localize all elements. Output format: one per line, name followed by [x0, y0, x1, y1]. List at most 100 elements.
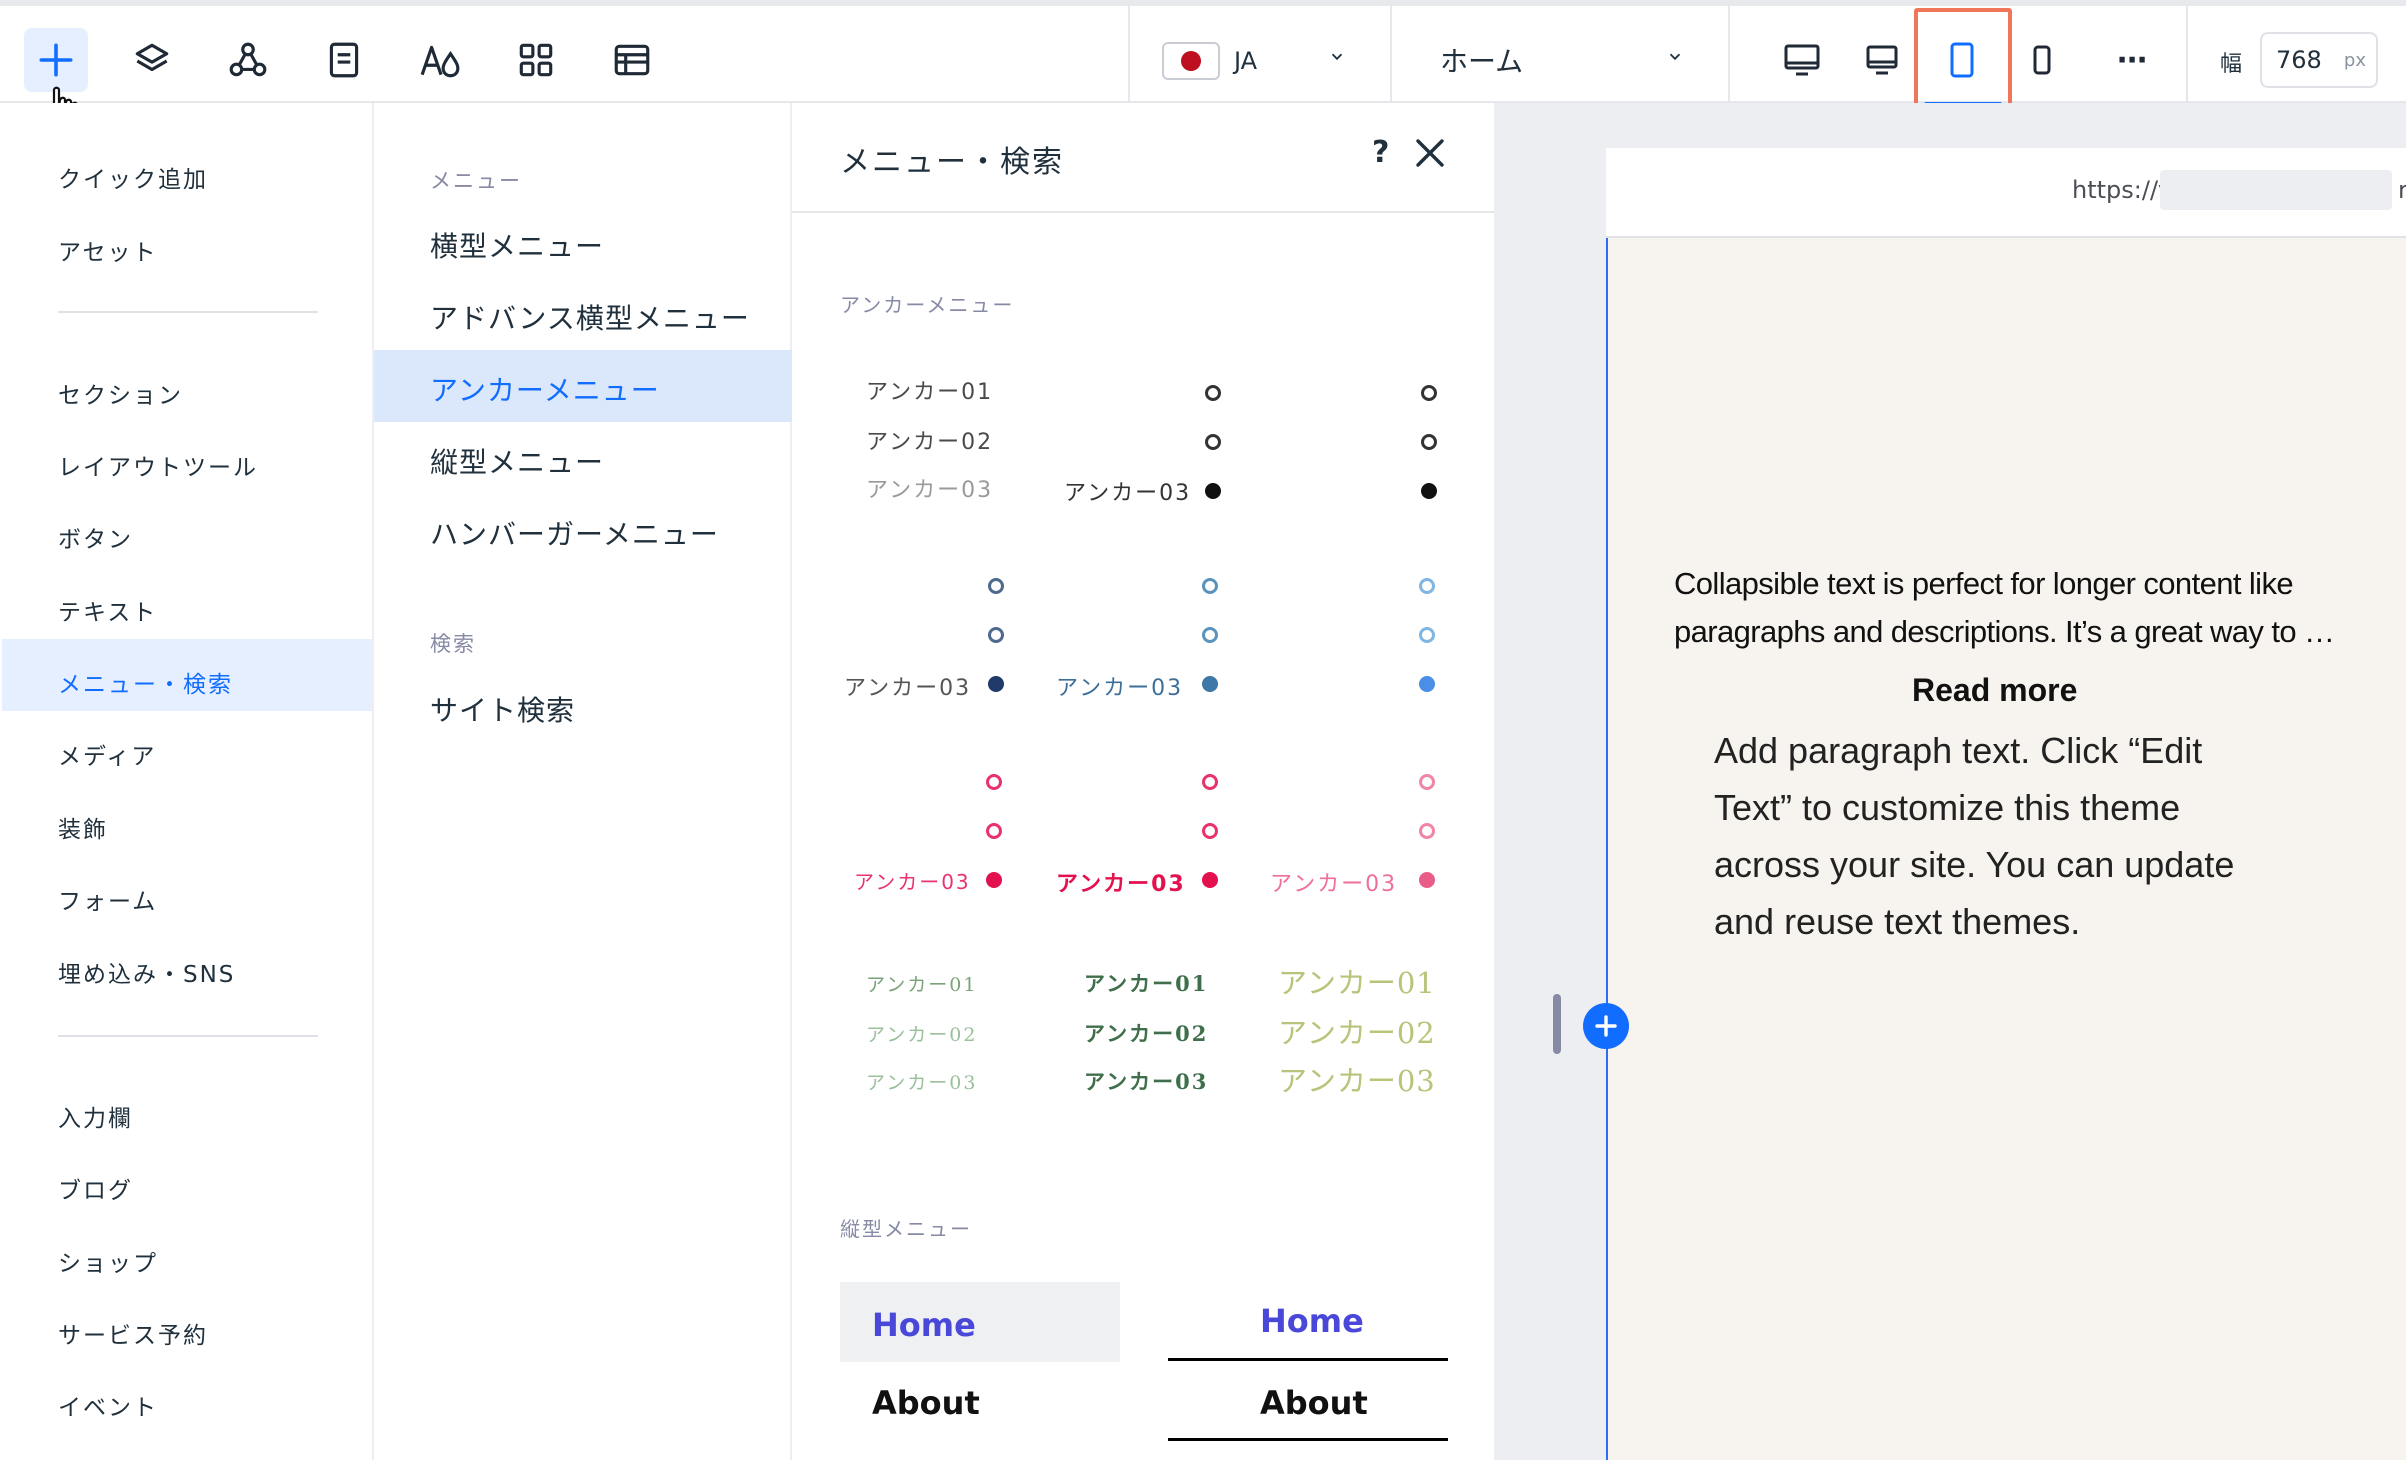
- anchor-label: アンカー03: [866, 1072, 978, 1094]
- anchor-label: アンカー03: [1270, 872, 1398, 897]
- anchor-dot: [1202, 627, 1218, 643]
- add-elements-icon[interactable]: [24, 28, 88, 92]
- anchor-dot: [1205, 434, 1221, 450]
- nav-quick-add[interactable]: クイック追加: [58, 160, 208, 194]
- nav-store[interactable]: ショップ: [58, 1244, 158, 1278]
- top-toolbar: JA ホーム ⋯ 幅 768 px: [0, 0, 2406, 132]
- nav-form[interactable]: フォーム: [58, 882, 157, 916]
- toolbar-divider: [1728, 6, 1730, 103]
- nav-input[interactable]: 入力欄: [58, 1099, 133, 1133]
- width-label: 幅: [2220, 52, 2243, 77]
- desktop-icon[interactable]: [1850, 28, 1914, 92]
- anchor-label: アンカー02: [1278, 1016, 1436, 1050]
- chevron-down-icon[interactable]: [1666, 48, 1684, 66]
- sub-hamburger-menu[interactable]: ハンバーガーメニュー: [430, 513, 719, 553]
- anchor-label: アンカー03: [1056, 676, 1184, 701]
- toolbar-divider: [1128, 6, 1130, 103]
- vertical-menu-item: Home: [1260, 1302, 1364, 1340]
- nav-media[interactable]: メディア: [58, 737, 156, 771]
- anchor-label: アンカー03: [854, 870, 971, 894]
- tablet-icon[interactable]: [1930, 28, 1994, 92]
- toolbar-divider: [1390, 6, 1392, 103]
- nav-text[interactable]: テキスト: [58, 593, 157, 627]
- anchor-label: アンカー03: [1064, 481, 1192, 506]
- nav-menu-search[interactable]: メニュー・検索: [58, 665, 233, 699]
- nav-assets[interactable]: アセット: [58, 233, 158, 267]
- read-more-link[interactable]: Read more: [1912, 672, 2077, 709]
- vertical-menu-item: Home: [872, 1306, 976, 1344]
- sub-vertical-menu[interactable]: 縦型メニュー: [430, 441, 604, 481]
- divider: [1168, 1358, 1448, 1361]
- help-icon[interactable]: ?: [1372, 135, 1389, 170]
- width-input[interactable]: 768 px: [2260, 32, 2378, 88]
- menu-search-subcategories: メニュー 横型メニュー アドバンス横型メニュー アンカーメニュー 縦型メニュー …: [374, 103, 792, 1460]
- chevron-down-icon[interactable]: [1328, 48, 1346, 66]
- layers-icon[interactable]: [120, 28, 184, 92]
- anchor-dot: [1419, 676, 1435, 692]
- anchor-label: アンカー03: [866, 478, 994, 503]
- anchor-label: アンカー01: [1278, 966, 1436, 1000]
- anchor-dot: [1205, 483, 1221, 499]
- theme-icon[interactable]: [408, 28, 472, 92]
- nav-layout-tools[interactable]: レイアウトツール: [58, 448, 258, 482]
- site-url: https://v: [2072, 176, 2173, 204]
- anchor-dot: [1419, 774, 1435, 790]
- anchor-label: アンカー02: [866, 1024, 978, 1046]
- more-options-icon[interactable]: ⋯: [2100, 28, 2164, 92]
- resize-handle[interactable]: [1553, 994, 1561, 1054]
- cms-table-icon[interactable]: [600, 28, 664, 92]
- desktop-large-icon[interactable]: [1770, 28, 1834, 92]
- divider: [1168, 1438, 1448, 1441]
- anchor-dot: [1421, 385, 1437, 401]
- sub-advanced-horizontal-menu[interactable]: アドバンス横型メニュー: [430, 297, 750, 337]
- anchor-dot: [986, 872, 1002, 888]
- anchor-dot: [1419, 578, 1435, 594]
- anchor-dot: [1202, 823, 1218, 839]
- app-market-icon[interactable]: [504, 28, 568, 92]
- anchor-dot: [1421, 483, 1437, 499]
- collapsible-text[interactable]: Collapsible text is perfect for longer c…: [1674, 560, 2354, 656]
- toolbar-divider: [2186, 6, 2188, 103]
- paragraph-text[interactable]: Add paragraph text. Click “Edit Text” to…: [1714, 722, 2274, 950]
- anchor-label: アンカー03: [844, 676, 972, 701]
- nav-embed-social[interactable]: 埋め込み・SNS: [58, 955, 235, 989]
- width-value: 768: [2276, 46, 2322, 74]
- apps-icon[interactable]: [216, 28, 280, 92]
- anchor-dot: [1202, 676, 1218, 692]
- mobile-icon[interactable]: [2010, 28, 2074, 92]
- nav-bookings[interactable]: サービス予約: [58, 1316, 208, 1350]
- nav-section[interactable]: セクション: [58, 376, 183, 410]
- sub-anchor-menu[interactable]: アンカーメニュー: [430, 369, 660, 409]
- nav-events[interactable]: イベント: [58, 1388, 158, 1422]
- sub-site-search[interactable]: サイト検索: [430, 689, 575, 729]
- anchor-dot: [1202, 872, 1218, 888]
- nav-decorative[interactable]: 装飾: [58, 810, 108, 844]
- divider: [58, 311, 318, 313]
- anchor-dot: [988, 627, 1004, 643]
- close-icon[interactable]: [1414, 137, 1446, 169]
- anchor-label: アンカー01: [1084, 971, 1209, 996]
- japan-flag-icon: [1162, 42, 1220, 80]
- page-edge-guide: [1606, 238, 1608, 1460]
- anchor-label: アンカー01: [866, 380, 994, 405]
- anchor-label: アンカー03: [1084, 1069, 1209, 1094]
- anchor-dot: [1202, 774, 1218, 790]
- page-selector[interactable]: ホーム: [1440, 40, 1523, 80]
- divider: [58, 1035, 318, 1037]
- pages-icon[interactable]: [312, 28, 376, 92]
- vertical-menu-item: About: [1260, 1384, 1368, 1422]
- nav-button[interactable]: ボタン: [58, 520, 133, 554]
- search-heading: 検索: [430, 632, 476, 656]
- language-selector[interactable]: JA: [1162, 40, 1257, 82]
- anchor-label: アンカー01: [866, 974, 978, 996]
- add-section-button[interactable]: [1583, 1003, 1629, 1049]
- nav-blog[interactable]: ブログ: [58, 1171, 133, 1205]
- language-code: JA: [1234, 47, 1258, 75]
- width-unit: px: [2343, 49, 2366, 71]
- panel-title: メニュー・検索: [840, 145, 1064, 180]
- plus-icon: [1595, 1015, 1617, 1037]
- anchor-dot: [1205, 385, 1221, 401]
- panel-header: メニュー・検索 ?: [792, 103, 1494, 213]
- sub-horizontal-menu[interactable]: 横型メニュー: [430, 225, 604, 265]
- vertical-menu-section-label: 縦型メニュー: [840, 1217, 972, 1241]
